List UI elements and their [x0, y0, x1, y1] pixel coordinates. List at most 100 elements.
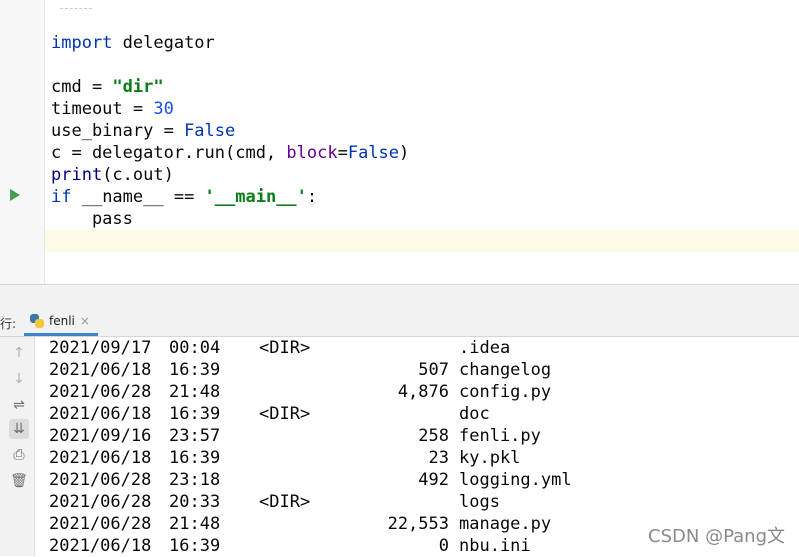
console-row: 2021/09/17 00:04 <DIR> .idea	[49, 337, 572, 359]
console-size: 23	[428, 448, 449, 468]
trash-icon[interactable]: 🗑	[9, 471, 29, 491]
watermark: CSDN @Pang文	[648, 526, 785, 547]
console-time: 21:48	[169, 514, 221, 534]
console-size: 4,876	[397, 382, 449, 402]
console-date: 2021/06/28	[49, 470, 152, 490]
console-size	[319, 337, 459, 359]
console-row: 2021/06/18 16:39 0 nbu.ini	[49, 535, 572, 557]
tab-fenli[interactable]: fenli ×	[24, 308, 98, 336]
console-time: 16:39	[169, 404, 221, 424]
code-token: "dir"	[112, 77, 164, 97]
console-date: 2021/06/18	[49, 448, 152, 468]
console-output[interactable]: 2021/09/17 00:04 <DIR> .idea 2021/06/18 16:39…	[49, 337, 572, 557]
console-time: 23:57	[169, 426, 221, 446]
console-date: 2021/09/16	[49, 426, 152, 446]
console-time: 16:39	[169, 360, 221, 380]
console-dir: <DIR>	[259, 404, 311, 424]
console-toolbar: ↑ ↓ ⇌ ⇊ ⎙ 🗑	[0, 337, 35, 556]
console-row: 2021/06/18 16:39 <DIR> doc	[49, 403, 572, 425]
console-size: 0	[438, 536, 449, 556]
print-icon[interactable]: ⎙	[9, 445, 29, 465]
console-row: 2021/06/18 16:39 507 changelog	[49, 359, 572, 381]
arrow-up-icon[interactable]: ↑	[9, 343, 29, 363]
code-token: )	[399, 143, 410, 163]
console-name: .idea	[459, 338, 511, 358]
arrow-down-icon[interactable]: ↓	[9, 369, 29, 389]
soft-wrap-icon[interactable]: ⇌	[9, 395, 29, 415]
console-date: 2021/06/18	[49, 360, 152, 380]
console-name: logs	[459, 492, 500, 512]
code-token: False	[347, 143, 400, 163]
console-row: 2021/06/28 21:48 22,553 manage.py	[49, 513, 572, 535]
console-name: manage.py	[459, 514, 552, 534]
code-line: print(c.out)	[51, 164, 409, 186]
console-name: changelog	[459, 360, 552, 380]
code-token: block	[286, 143, 338, 163]
fold-indicator	[60, 4, 92, 9]
code-line: import delegator	[51, 32, 409, 54]
code-line: c = delegator.run(cmd, block=False)	[51, 142, 409, 164]
code-token: import	[51, 33, 113, 53]
code-token: =	[337, 143, 348, 163]
console-date: 2021/06/18	[49, 536, 152, 556]
console-date: 2021/06/28	[49, 514, 152, 534]
code-token: print	[51, 165, 103, 185]
console-dir	[259, 535, 319, 557]
console-row: 2021/09/16 23:57 258 fenli.py	[49, 425, 572, 447]
code-line: timeout = 30	[51, 98, 409, 120]
console-size: 492	[418, 470, 449, 490]
close-icon[interactable]: ×	[80, 314, 90, 328]
console-size: 258	[418, 426, 449, 446]
console-dir	[259, 447, 319, 469]
console-size	[319, 491, 459, 513]
console-date: 2021/06/28	[49, 382, 152, 402]
console-name: ky.pkl	[459, 448, 521, 468]
console-name: nbu.ini	[459, 536, 531, 556]
scroll-to-end-icon[interactable]: ⇊	[9, 419, 29, 439]
console-time: 00:04	[169, 338, 221, 358]
console-time: 23:18	[169, 470, 221, 490]
console-size: 22,553	[387, 514, 449, 534]
run-tab-bar: 行: fenli ×	[0, 308, 799, 337]
code-token: __name__ ==	[71, 187, 205, 207]
console-time: 16:39	[169, 448, 221, 468]
console-date: 2021/06/18	[49, 404, 152, 424]
code-line: cmd = "dir"	[51, 76, 409, 98]
console-name: doc	[459, 404, 490, 424]
console-name: fenli.py	[459, 426, 541, 446]
python-file-icon	[30, 313, 44, 328]
console-row: 2021/06/18 16:39 23 ky.pkl	[49, 447, 572, 469]
panel-splitter[interactable]	[0, 284, 799, 309]
code-token: :	[306, 187, 318, 207]
console-name: logging.yml	[459, 470, 572, 490]
code-token: (c.out)	[102, 165, 174, 185]
code-line: pass	[51, 208, 409, 230]
source-code[interactable]: import delegator cmd = "dir" timeout = 30 u…	[51, 32, 409, 230]
console-row: 2021/06/28 21:48 4,876 config.py	[49, 381, 572, 403]
code-token: cmd =	[51, 77, 113, 97]
code-token: 30	[153, 99, 174, 119]
console-row: 2021/06/28 20:33 <DIR> logs	[49, 491, 572, 513]
console-date: 2021/09/17	[49, 338, 152, 358]
code-token: c = delegator.run(cmd,	[51, 143, 287, 163]
code-line: if __name__ == '__main__':	[51, 186, 409, 208]
code-token: pass	[51, 209, 133, 229]
current-line-highlight	[45, 230, 799, 252]
code-token: '__main__'	[204, 187, 307, 207]
console-dir	[259, 425, 319, 447]
tab-label: fenli	[49, 313, 75, 328]
run-window-label: 行:	[0, 317, 17, 331]
code-token: use_binary =	[51, 121, 185, 141]
code-token: delegator	[112, 33, 215, 53]
console-time: 21:48	[169, 382, 221, 402]
console-dir	[259, 359, 319, 381]
run-gutter-icon[interactable]	[10, 189, 20, 201]
code-editor[interactable]: import delegator cmd = "dir" timeout = 30 u…	[0, 0, 799, 284]
console-size: 507	[418, 360, 449, 380]
code-token: timeout =	[51, 99, 154, 119]
code-line: use_binary = False	[51, 120, 409, 142]
code-token: if	[51, 187, 72, 207]
console-time: 20:33	[169, 492, 221, 512]
code-token: False	[184, 121, 236, 141]
